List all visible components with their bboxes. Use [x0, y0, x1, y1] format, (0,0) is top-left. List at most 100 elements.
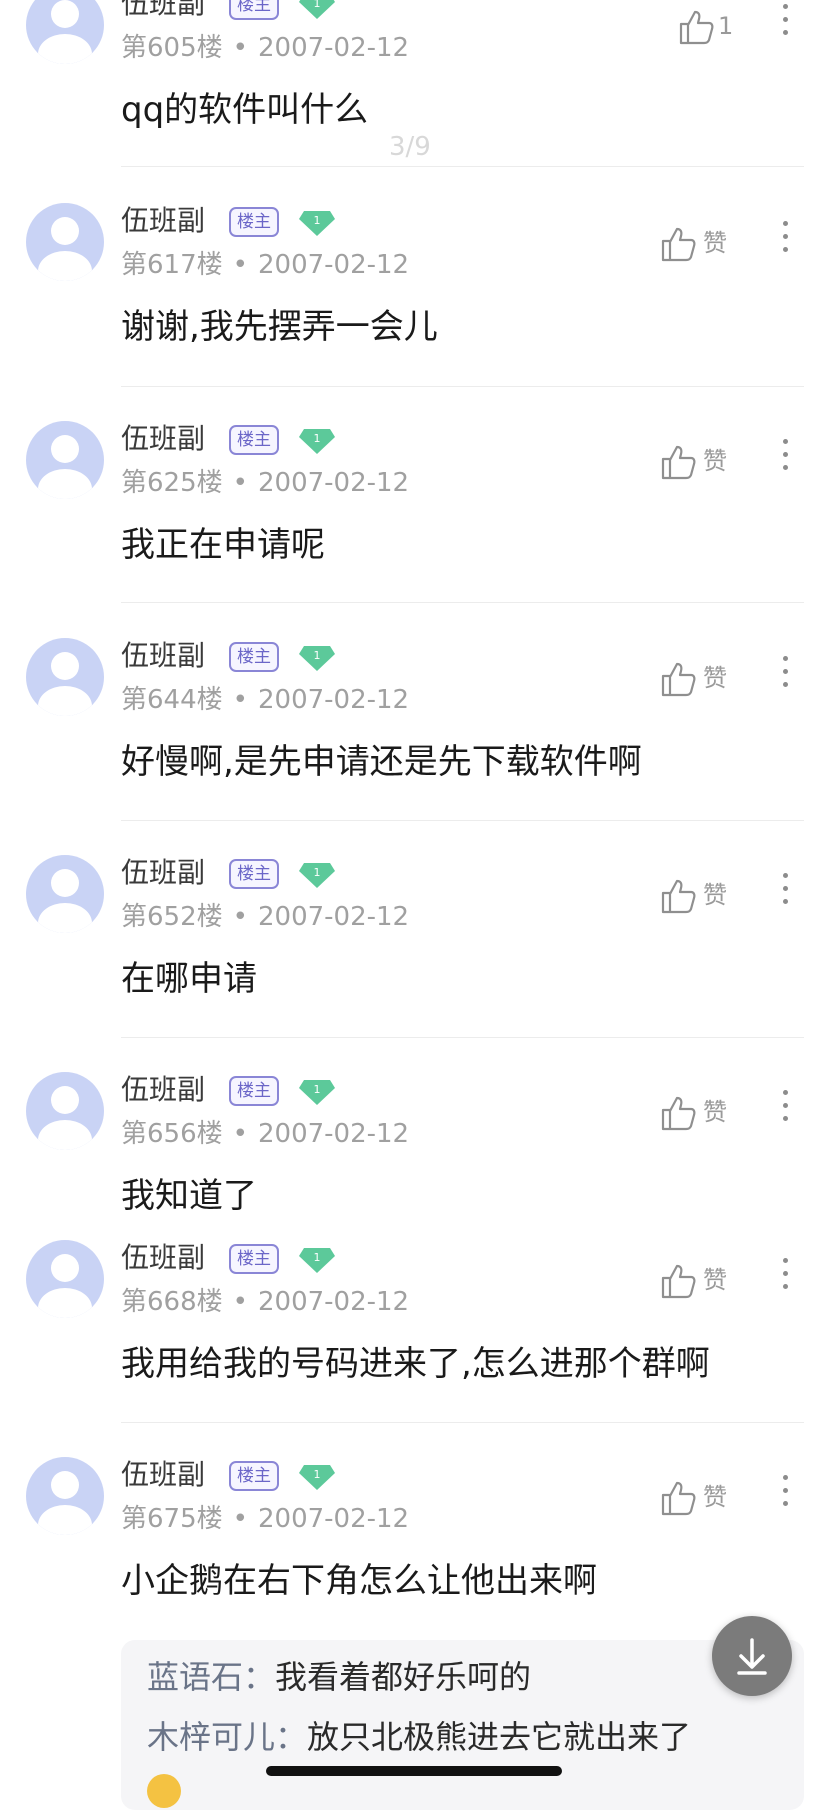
level-gem-icon: 1 [299, 646, 335, 671]
sub-reply[interactable]: 蓝语石：我看着都好乐呵的 [147, 1656, 531, 1698]
home-indicator[interactable] [266, 1766, 562, 1776]
svg-text:1: 1 [314, 866, 321, 879]
page-indicator: 3/9 [389, 132, 431, 162]
username[interactable]: 伍班副 [121, 855, 205, 891]
avatar[interactable] [26, 1457, 104, 1535]
post-content: 在哪申请 [121, 959, 257, 999]
sub-reply-user[interactable]: 木梓可儿 [147, 1718, 275, 1756]
thumbs-up-icon[interactable] [658, 877, 698, 915]
sub-reply-text: 我看着都好乐呵的 [275, 1658, 532, 1696]
avatar[interactable] [26, 1240, 104, 1318]
op-badge: 楼主 [229, 1244, 279, 1274]
post-meta: 第656楼 • 2007-02-12 [121, 1119, 410, 1149]
post-date: 2007-02-12 [257, 902, 410, 932]
post-date: 2007-02-12 [257, 1119, 410, 1149]
sub-reply-user[interactable]: 蓝语石 [147, 1658, 243, 1696]
avatar[interactable] [26, 638, 104, 716]
thumbs-up-icon[interactable] [658, 443, 698, 481]
more-options-icon[interactable] [780, 439, 790, 477]
divider [121, 386, 804, 387]
username[interactable]: 伍班副 [121, 1457, 205, 1493]
more-options-icon[interactable] [780, 873, 790, 911]
like-count[interactable]: 赞 [703, 445, 727, 477]
post-meta: 第625楼 • 2007-02-12 [121, 468, 410, 498]
post-meta: 第652楼 • 2007-02-12 [121, 902, 410, 932]
username[interactable]: 伍班副 [121, 1240, 205, 1276]
more-options-icon[interactable] [780, 656, 790, 694]
username[interactable]: 伍班副 [121, 0, 205, 22]
sub-reply-box[interactable]: 蓝语石：我看着都好乐呵的 木梓可儿：放只北极熊进去它就出来了 [121, 1640, 804, 1810]
like-count[interactable]: 赞 [703, 662, 727, 694]
post-meta: 第644楼 • 2007-02-12 [121, 685, 410, 715]
thumbs-up-icon[interactable] [658, 1479, 698, 1517]
divider [121, 820, 804, 821]
level-gem-icon: 1 [299, 1465, 335, 1490]
post-meta: 第605楼 • 2007-02-12 [121, 33, 410, 63]
like-count[interactable]: 赞 [703, 227, 727, 259]
post-date: 2007-02-12 [257, 250, 410, 280]
thumbs-up-icon[interactable] [676, 8, 716, 46]
svg-text:1: 1 [314, 0, 321, 10]
svg-text:1: 1 [314, 1083, 321, 1096]
floor-number: 第617楼 [121, 250, 223, 280]
like-count[interactable]: 1 [718, 10, 733, 42]
username[interactable]: 伍班副 [121, 638, 205, 674]
username[interactable]: 伍班副 [121, 421, 205, 457]
svg-text:1: 1 [314, 432, 321, 445]
post-date: 2007-02-12 [257, 468, 410, 498]
post-content: 谢谢,我先摆弄一会儿 [121, 307, 438, 347]
like-count[interactable]: 赞 [703, 1481, 727, 1513]
floor-number: 第644楼 [121, 685, 223, 715]
post-date: 2007-02-12 [257, 33, 410, 63]
avatar[interactable] [26, 0, 104, 64]
post-meta: 第668楼 • 2007-02-12 [121, 1287, 410, 1317]
more-options-icon[interactable] [780, 1475, 790, 1513]
svg-text:1: 1 [314, 1468, 321, 1481]
more-options-icon[interactable] [780, 221, 790, 259]
post-date: 2007-02-12 [257, 1504, 410, 1534]
divider [121, 1037, 804, 1038]
avatar[interactable] [26, 1072, 104, 1150]
level-gem-icon: 1 [299, 211, 335, 236]
username[interactable]: 伍班副 [121, 1072, 205, 1108]
sub-reply[interactable]: 木梓可儿：放只北极熊进去它就出来了 [147, 1716, 691, 1758]
like-count[interactable]: 赞 [703, 1264, 727, 1296]
post-content: 我用给我的号码进来了,怎么进那个群啊 [121, 1344, 710, 1384]
svg-text:1: 1 [314, 649, 321, 662]
divider [121, 1422, 804, 1423]
thumbs-up-icon[interactable] [658, 225, 698, 263]
like-count[interactable]: 赞 [703, 879, 727, 911]
divider [121, 166, 804, 167]
more-options-icon[interactable] [780, 4, 790, 42]
level-gem-icon: 1 [299, 1080, 335, 1105]
level-gem-icon: 1 [299, 1248, 335, 1273]
floor-number: 第656楼 [121, 1119, 223, 1149]
username[interactable]: 伍班副 [121, 203, 205, 239]
avatar[interactable] [26, 203, 104, 281]
post-date: 2007-02-12 [257, 1287, 410, 1317]
post-content: 小企鹅在右下角怎么让他出来啊 [121, 1561, 597, 1601]
thumbs-up-icon[interactable] [658, 1262, 698, 1300]
op-badge: 楼主 [229, 207, 279, 237]
post-content: qq的软件叫什么 [121, 90, 369, 130]
floor-number: 第605楼 [121, 33, 223, 63]
svg-text:1: 1 [314, 214, 321, 227]
more-options-icon[interactable] [780, 1090, 790, 1128]
op-badge: 楼主 [229, 642, 279, 672]
floor-number: 第625楼 [121, 468, 223, 498]
more-options-icon[interactable] [780, 1258, 790, 1296]
thumbs-up-icon[interactable] [658, 1094, 698, 1132]
avatar[interactable] [26, 421, 104, 499]
avatar[interactable] [26, 855, 104, 933]
post-content: 我正在申请呢 [121, 525, 325, 565]
level-gem-icon: 1 [299, 0, 335, 19]
like-count[interactable]: 赞 [703, 1096, 727, 1128]
floor-number: 第675楼 [121, 1504, 223, 1534]
thumbs-up-icon[interactable] [658, 660, 698, 698]
op-badge: 楼主 [229, 1076, 279, 1106]
download-button[interactable] [712, 1616, 792, 1696]
laughing-emoji-icon [147, 1774, 181, 1808]
post-date: 2007-02-12 [257, 685, 410, 715]
divider [121, 602, 804, 603]
op-badge: 楼主 [229, 425, 279, 455]
